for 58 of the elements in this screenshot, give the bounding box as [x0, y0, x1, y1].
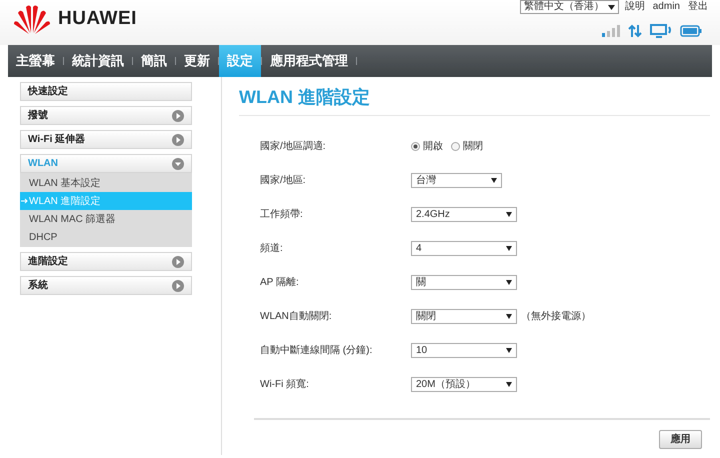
sidebar-item[interactable]: 進階設定 [20, 252, 192, 271]
select-field[interactable]: 關 [411, 274, 517, 290]
nav-tab[interactable]: 更新 [176, 45, 218, 77]
sidebar-item[interactable]: 撥號 [20, 106, 192, 125]
field-label: 國家/地區: [260, 174, 307, 188]
header-link[interactable]: 登出 [688, 1, 708, 13]
separator-icon [175, 57, 176, 65]
brand-name: HUAWEI [58, 6, 137, 31]
caret-icon [491, 178, 497, 182]
field-label: 自動中斷連線間隔 (分鐘): [260, 344, 374, 358]
select-field[interactable]: 關閉 [411, 308, 517, 324]
caret-icon [506, 314, 512, 318]
data-transfer-icon [628, 24, 642, 38]
caret-icon [608, 4, 615, 10]
nav-tab[interactable]: 應用程式管理 [262, 45, 356, 77]
nav-tab[interactable]: 主螢幕 [8, 45, 63, 77]
field-label: Wi-Fi 頻寬: [260, 378, 310, 392]
nav-tab[interactable]: 簡訊 [133, 45, 175, 77]
language-select[interactable]: 繁體中文（香港） [520, 0, 619, 14]
sidebar-item[interactable]: 快速設定 [20, 82, 192, 101]
monitor-icon [650, 24, 672, 38]
caret-icon [506, 348, 512, 352]
header-link[interactable]: admin [652, 1, 680, 13]
separator-icon [63, 57, 64, 65]
field-label: WLAN自動關閉: [260, 310, 333, 324]
separator-icon [132, 57, 133, 65]
sidebar-subitem[interactable]: DHCP [20, 228, 192, 246]
signal-icon [602, 25, 620, 37]
flower-logo-icon [12, 3, 52, 35]
caret-icon [506, 246, 512, 250]
caret-icon [506, 382, 512, 386]
separator-icon [218, 57, 219, 65]
sidebar-subitem[interactable]: WLAN 基本設定 [20, 174, 192, 192]
field-label: 國家/地區調適: [260, 140, 327, 154]
sidebar-subitem[interactable]: WLAN MAC 篩選器 [20, 210, 192, 228]
field-label: 工作頻帶: [260, 208, 304, 222]
select-field[interactable]: 2.4GHz [411, 206, 517, 222]
radio-option[interactable]: 關閉 [451, 138, 483, 154]
field-label: AP 隔離: [260, 276, 300, 290]
arrow-icon [21, 197, 28, 205]
field-label: 頻道: [260, 242, 284, 256]
select-field[interactable]: 4 [411, 240, 517, 256]
sidebar-item[interactable]: 系統 [20, 276, 192, 295]
caret-icon [506, 280, 512, 284]
sidebar-item[interactable]: Wi-Fi 延伸器 [20, 130, 192, 149]
radio-option[interactable]: 開啟 [411, 138, 443, 154]
nav-tab[interactable]: 統計資訊 [64, 45, 132, 77]
battery-icon [680, 25, 702, 37]
field-note: （無外接電源） [521, 310, 591, 324]
page-title: WLAN 進階設定 [239, 84, 710, 116]
separator-icon [261, 57, 262, 65]
select-field[interactable]: 10 [411, 342, 517, 358]
select-field[interactable]: 台灣 [411, 172, 502, 188]
caret-icon [506, 212, 512, 216]
apply-button[interactable]: 應用 [659, 430, 702, 449]
separator-icon [356, 57, 357, 65]
select-field[interactable]: 20M（預設） [411, 376, 517, 392]
header-link[interactable]: 說明 [624, 1, 645, 13]
